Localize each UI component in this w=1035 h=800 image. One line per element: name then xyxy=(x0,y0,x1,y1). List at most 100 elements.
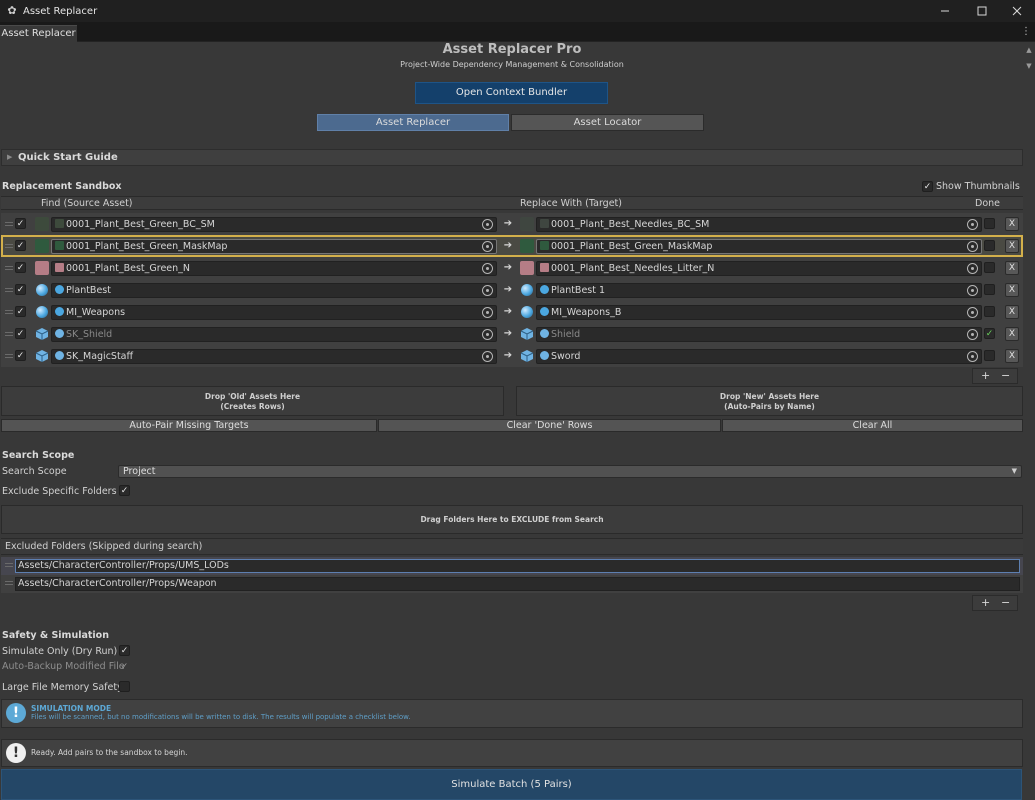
simulate-batch-button[interactable]: Simulate Batch (5 Pairs) xyxy=(1,769,1022,800)
remove-row-button[interactable]: X xyxy=(1005,327,1019,341)
remove-row-button[interactable]: X xyxy=(1005,239,1019,253)
object-picker-icon[interactable] xyxy=(967,329,978,340)
row-done-checkbox[interactable] xyxy=(984,350,995,361)
sandbox-row[interactable]: ✓ 0001_Plant_Best_Green_MaskMap ➔ 0001_Plan… xyxy=(1,235,1023,257)
source-asset-field[interactable]: MI_Weapons xyxy=(51,305,497,320)
drop-new-assets-zone[interactable]: Drop 'New' Assets Here (Auto-Pairs by Na… xyxy=(516,386,1023,416)
sandbox-row[interactable]: ✓ SK_MagicStaff ➔ Sword X xyxy=(1,345,1023,367)
drag-handle-icon[interactable] xyxy=(5,581,13,585)
object-picker-icon[interactable] xyxy=(482,241,493,252)
search-scope-dropdown[interactable]: Project ▼ xyxy=(118,465,1022,478)
sandbox-row[interactable]: ✓ 0001_Plant_Best_Green_BC_SM ➔ 0001_Plant_… xyxy=(1,213,1023,235)
remove-row-button[interactable]: X xyxy=(1005,261,1019,275)
source-asset-field[interactable]: 0001_Plant_Best_Green_N xyxy=(51,261,497,276)
col-replace: Replace With (Target) xyxy=(520,198,622,209)
sandbox-row[interactable]: ✓ 0001_Plant_Best_Green_N ➔ 0001_Plant_Best… xyxy=(1,257,1023,279)
clear-done-button[interactable]: Clear 'Done' Rows xyxy=(378,419,721,432)
remove-folder-button[interactable]: − xyxy=(1001,596,1010,610)
object-picker-icon[interactable] xyxy=(482,285,493,296)
row-done-checkbox[interactable] xyxy=(984,284,995,295)
clear-all-button[interactable]: Clear All xyxy=(722,419,1023,432)
object-picker-icon[interactable] xyxy=(967,219,978,230)
drag-handle-icon[interactable] xyxy=(5,288,13,292)
open-context-bundler-button[interactable]: Open Context Bundler xyxy=(415,82,608,104)
remove-row-button[interactable]: X xyxy=(1005,305,1019,319)
target-asset-field[interactable]: Sword xyxy=(536,349,982,364)
target-asset-field[interactable]: 0001_Plant_Best_Needles_Litter_N xyxy=(536,261,982,276)
sandbox-row[interactable]: ✓ SK_Shield ➔ Shield ✓ X xyxy=(1,323,1023,345)
remove-row-button[interactable]: X xyxy=(1005,349,1019,363)
target-asset-field[interactable]: 0001_Plant_Best_Green_MaskMap xyxy=(536,239,982,254)
object-picker-icon[interactable] xyxy=(967,263,978,274)
remove-row-button[interactable]: X xyxy=(1005,217,1019,231)
quick-start-foldout[interactable]: ▶ Quick Start Guide xyxy=(1,149,1023,166)
maximize-button[interactable] xyxy=(963,0,1000,22)
source-asset-field[interactable]: 0001_Plant_Best_Green_MaskMap xyxy=(51,239,497,254)
scroll-down-icon[interactable]: ▼ xyxy=(1023,60,1035,72)
row-done-checkbox[interactable] xyxy=(984,218,995,229)
row-done-checkbox[interactable] xyxy=(984,262,995,273)
remove-row-button[interactable]: − xyxy=(1001,369,1010,383)
target-asset-field[interactable]: MI_Weapons_B xyxy=(536,305,982,320)
row-done-checkbox[interactable]: ✓ xyxy=(984,328,995,339)
target-asset-name: MI_Weapons_B xyxy=(551,307,622,318)
drop-old-assets-zone[interactable]: Drop 'Old' Assets Here (Creates Rows) xyxy=(1,386,504,416)
remove-row-button[interactable]: X xyxy=(1005,283,1019,297)
row-enabled-checkbox[interactable]: ✓ xyxy=(15,328,26,339)
target-asset-field[interactable]: Shield xyxy=(536,327,982,342)
sandbox-row[interactable]: ✓ PlantBest ➔ PlantBest 1 X xyxy=(1,279,1023,301)
row-enabled-checkbox[interactable]: ✓ xyxy=(15,218,26,229)
more-options-icon[interactable]: ⋮ xyxy=(1021,25,1031,39)
source-asset-field[interactable]: SK_Shield xyxy=(51,327,497,342)
row-enabled-checkbox[interactable]: ✓ xyxy=(15,262,26,273)
object-picker-icon[interactable] xyxy=(482,329,493,340)
excluded-folder-row[interactable]: Assets/CharacterController/Props/UMS_LOD… xyxy=(1,557,1023,575)
object-picker-icon[interactable] xyxy=(482,219,493,230)
object-picker-icon[interactable] xyxy=(482,263,493,274)
excluded-folder-field[interactable]: Assets/CharacterController/Props/UMS_LOD… xyxy=(15,559,1020,573)
tab-asset-replacer-mode[interactable]: Asset Replacer xyxy=(317,114,509,131)
tab-asset-locator[interactable]: Asset Locator xyxy=(511,114,704,131)
row-enabled-checkbox[interactable]: ✓ xyxy=(15,284,26,295)
exclude-folders-drop-zone[interactable]: Drag Folders Here to EXCLUDE from Search xyxy=(1,505,1023,534)
row-enabled-checkbox[interactable]: ✓ xyxy=(15,350,26,361)
add-folder-button[interactable]: + xyxy=(981,596,990,610)
source-asset-field[interactable]: 0001_Plant_Best_Green_BC_SM xyxy=(51,217,497,232)
row-enabled-checkbox[interactable]: ✓ xyxy=(15,240,26,251)
object-picker-icon[interactable] xyxy=(967,307,978,318)
drag-handle-icon[interactable] xyxy=(5,310,13,314)
excluded-folder-row[interactable]: Assets/CharacterController/Props/Weapon xyxy=(1,575,1023,593)
source-asset-field[interactable]: PlantBest xyxy=(51,283,497,298)
object-picker-icon[interactable] xyxy=(967,241,978,252)
row-done-checkbox[interactable] xyxy=(984,240,995,251)
sandbox-row[interactable]: ✓ MI_Weapons ➔ MI_Weapons_B X xyxy=(1,301,1023,323)
drag-handle-icon[interactable] xyxy=(5,332,13,336)
memory-safety-checkbox[interactable] xyxy=(119,681,130,692)
target-asset-field[interactable]: PlantBest 1 xyxy=(536,283,982,298)
simulate-only-checkbox[interactable]: ✓ xyxy=(119,645,130,656)
drag-handle-icon[interactable] xyxy=(5,244,13,248)
object-picker-icon[interactable] xyxy=(967,285,978,296)
add-row-button[interactable]: + xyxy=(981,369,990,383)
object-picker-icon[interactable] xyxy=(482,307,493,318)
target-asset-field[interactable]: 0001_Plant_Best_Needles_BC_SM xyxy=(536,217,982,232)
row-done-checkbox[interactable] xyxy=(984,306,995,317)
auto-pair-button[interactable]: Auto-Pair Missing Targets xyxy=(1,419,377,432)
excluded-folder-field[interactable]: Assets/CharacterController/Props/Weapon xyxy=(15,577,1020,591)
row-enabled-checkbox[interactable]: ✓ xyxy=(15,306,26,317)
minimize-button[interactable] xyxy=(926,0,963,22)
drag-handle-icon[interactable] xyxy=(5,266,13,270)
scroll-up-icon[interactable]: ▲ xyxy=(1023,44,1035,56)
source-asset-field[interactable]: SK_MagicStaff xyxy=(51,349,497,364)
object-picker-icon[interactable] xyxy=(967,351,978,362)
object-picker-icon[interactable] xyxy=(482,351,493,362)
drag-handle-icon[interactable] xyxy=(5,354,13,358)
exclude-folders-checkbox[interactable]: ✓ xyxy=(119,485,130,496)
close-button[interactable] xyxy=(998,0,1035,22)
show-thumbnails-checkbox[interactable]: ✓ xyxy=(922,181,933,192)
tab-asset-replacer[interactable]: Asset Replacer xyxy=(0,25,77,42)
show-thumbnails-label: Show Thumbnails xyxy=(936,181,1020,192)
texture-icon xyxy=(540,263,549,272)
drag-handle-icon[interactable] xyxy=(5,222,13,226)
drag-handle-icon[interactable] xyxy=(5,563,13,567)
